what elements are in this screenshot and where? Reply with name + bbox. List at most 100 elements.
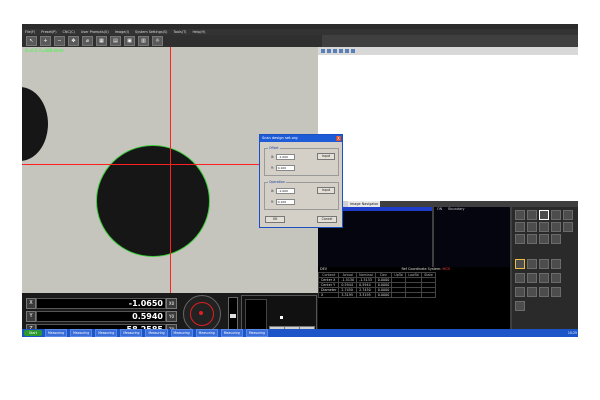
- zoom-in-icon[interactable]: +: [40, 36, 51, 46]
- distance-tool-icon[interactable]: [515, 222, 525, 232]
- grid-icon[interactable]: ▦: [96, 36, 107, 46]
- main-toolbar: ↖ + − ✥ ⌀ ▦ ▤ ▣ ▥ ☼: [22, 35, 322, 47]
- menu-help[interactable]: Help(H): [193, 30, 206, 34]
- light-icon[interactable]: ☼: [152, 36, 163, 46]
- peak-tool-icon[interactable]: [527, 234, 537, 244]
- select-tool-icon[interactable]: ↖: [26, 36, 37, 46]
- polyline-tool-icon[interactable]: [563, 222, 573, 232]
- scan-settings-dialog: Scan design set.org X Offset X: -1.000 Y…: [259, 134, 343, 228]
- operation-input-button[interactable]: Input: [317, 187, 335, 194]
- close-icon[interactable]: X: [336, 136, 341, 141]
- focus-tool-icon[interactable]: [539, 234, 549, 244]
- intersect-tool-icon[interactable]: [527, 259, 537, 269]
- joystick-control[interactable]: [183, 295, 221, 333]
- cancel-button[interactable]: Cancel: [317, 216, 337, 223]
- taskbar-item[interactable]: Measuring: [245, 329, 268, 337]
- zoom-out-icon[interactable]: −: [54, 36, 65, 46]
- ellipse-tool-icon[interactable]: [563, 210, 573, 220]
- element-list-header-on: ON: [437, 207, 443, 211]
- point-tool-icon[interactable]: [515, 210, 525, 220]
- dialog-title: Scan design set.org: [262, 136, 298, 140]
- cell: [421, 292, 436, 298]
- capture-icon[interactable]: ▣: [124, 36, 135, 46]
- taskbar-item[interactable]: Measuring: [45, 329, 68, 337]
- ok-button[interactable]: OK: [265, 216, 285, 223]
- preview-toolbar: [318, 47, 578, 55]
- y-axis-label: Y: [26, 311, 36, 322]
- cell: [405, 292, 423, 298]
- edge-tool-icon[interactable]: [515, 234, 525, 244]
- taskbar: Start Measuring Measuring Measuring Meas…: [22, 329, 578, 337]
- op-x-field[interactable]: -1.000: [276, 188, 296, 194]
- operation-group: Operation X: -1.000 Y: 0.100 Input: [264, 180, 339, 210]
- dialog-titlebar[interactable]: Scan design set.org X: [260, 135, 342, 142]
- taskbar-item[interactable]: Measuring: [145, 329, 168, 337]
- slot-tool-icon[interactable]: [551, 222, 561, 232]
- layer-icon[interactable]: ▤: [110, 36, 121, 46]
- menu-cnc[interactable]: CNC(C): [63, 30, 75, 34]
- settings-tool-icon[interactable]: [515, 301, 525, 311]
- ref-coord-value[interactable]: MCS: [443, 267, 450, 271]
- taskbar-item[interactable]: Measuring: [95, 329, 118, 337]
- origin-tool-icon[interactable]: [539, 273, 549, 283]
- menu-image[interactable]: Image(I): [115, 30, 129, 34]
- zoom-slider-handle[interactable]: [230, 314, 236, 318]
- x-zero-button[interactable]: X0: [166, 298, 177, 309]
- auto-edge-icon[interactable]: [515, 259, 525, 269]
- rotate-tool-icon[interactable]: [551, 273, 561, 283]
- run-tool-icon[interactable]: [551, 287, 561, 297]
- menu-tools[interactable]: Tools(T): [173, 30, 186, 34]
- offset-group: Offset X: -1.000 Y: 0.100 Input: [264, 146, 339, 176]
- pan-icon[interactable]: ✥: [68, 36, 79, 46]
- measure-icon[interactable]: ⌀: [82, 36, 93, 46]
- circle-tool-icon[interactable]: [539, 210, 549, 220]
- table-row[interactable]: X 3.3195 3.3195 0.0000: [317, 292, 436, 298]
- taskbar-item[interactable]: Measuring: [170, 329, 193, 337]
- menu-file[interactable]: File(F): [25, 30, 35, 34]
- element-list[interactable]: ON Boundary: [434, 207, 510, 267]
- export-tool-icon[interactable]: [527, 287, 537, 297]
- line-tool-icon[interactable]: [527, 210, 537, 220]
- nav-left-icon[interactable]: [321, 49, 325, 53]
- cell: 3.3195: [356, 292, 376, 298]
- light-indicator-icon: [280, 316, 283, 319]
- refresh-icon[interactable]: [333, 49, 337, 53]
- result-table: Content Actual Nominal Dev UpTol LowTol …: [317, 272, 436, 298]
- menu-user-prompts[interactable]: User Prompts(U): [81, 30, 109, 34]
- coord-tool-icon[interactable]: [515, 273, 525, 283]
- taskbar-item[interactable]: Measuring: [70, 329, 93, 337]
- cell: 3.3195: [338, 292, 358, 298]
- angle-tool-icon[interactable]: [527, 222, 537, 232]
- save-icon[interactable]: ▥: [138, 36, 149, 46]
- op-y-field[interactable]: 0.100: [275, 199, 295, 205]
- fit-icon[interactable]: [339, 49, 343, 53]
- crosshair-vertical: [170, 47, 171, 293]
- menu-system-settings[interactable]: System Settings(S): [135, 30, 167, 34]
- arc-tool-icon[interactable]: [551, 210, 561, 220]
- print-icon[interactable]: [351, 49, 355, 53]
- offset-input-button[interactable]: Input: [317, 153, 335, 160]
- col-nominal: Nominal: [356, 272, 376, 278]
- program-tool-icon[interactable]: [539, 287, 549, 297]
- taskbar-item[interactable]: Measuring: [120, 329, 143, 337]
- start-button[interactable]: Start: [24, 330, 42, 336]
- graphic-preview[interactable]: [318, 55, 578, 201]
- offset-y-field[interactable]: 0.100: [275, 165, 295, 171]
- report-tool-icon[interactable]: [515, 287, 525, 297]
- taskbar-item[interactable]: Measuring: [195, 329, 218, 337]
- menu-preset[interactable]: Preset(P): [41, 30, 56, 34]
- operation-group-label: Operation: [268, 180, 286, 184]
- cell: -1.5130: [338, 277, 358, 283]
- taskbar-item[interactable]: Measuring: [220, 329, 243, 337]
- contour-tool-icon[interactable]: [551, 234, 561, 244]
- construct-tool-icon[interactable]: [551, 259, 561, 269]
- align-tool-icon[interactable]: [527, 273, 537, 283]
- export-icon[interactable]: [345, 49, 349, 53]
- y-zero-button[interactable]: Y0: [166, 311, 177, 322]
- offset-x-field[interactable]: -1.000: [276, 154, 296, 160]
- cell: Diameter: [317, 287, 340, 293]
- nav-right-icon[interactable]: [327, 49, 331, 53]
- midpoint-tool-icon[interactable]: [539, 259, 549, 269]
- measured-hole: [96, 145, 210, 257]
- rect-tool-icon[interactable]: [539, 222, 549, 232]
